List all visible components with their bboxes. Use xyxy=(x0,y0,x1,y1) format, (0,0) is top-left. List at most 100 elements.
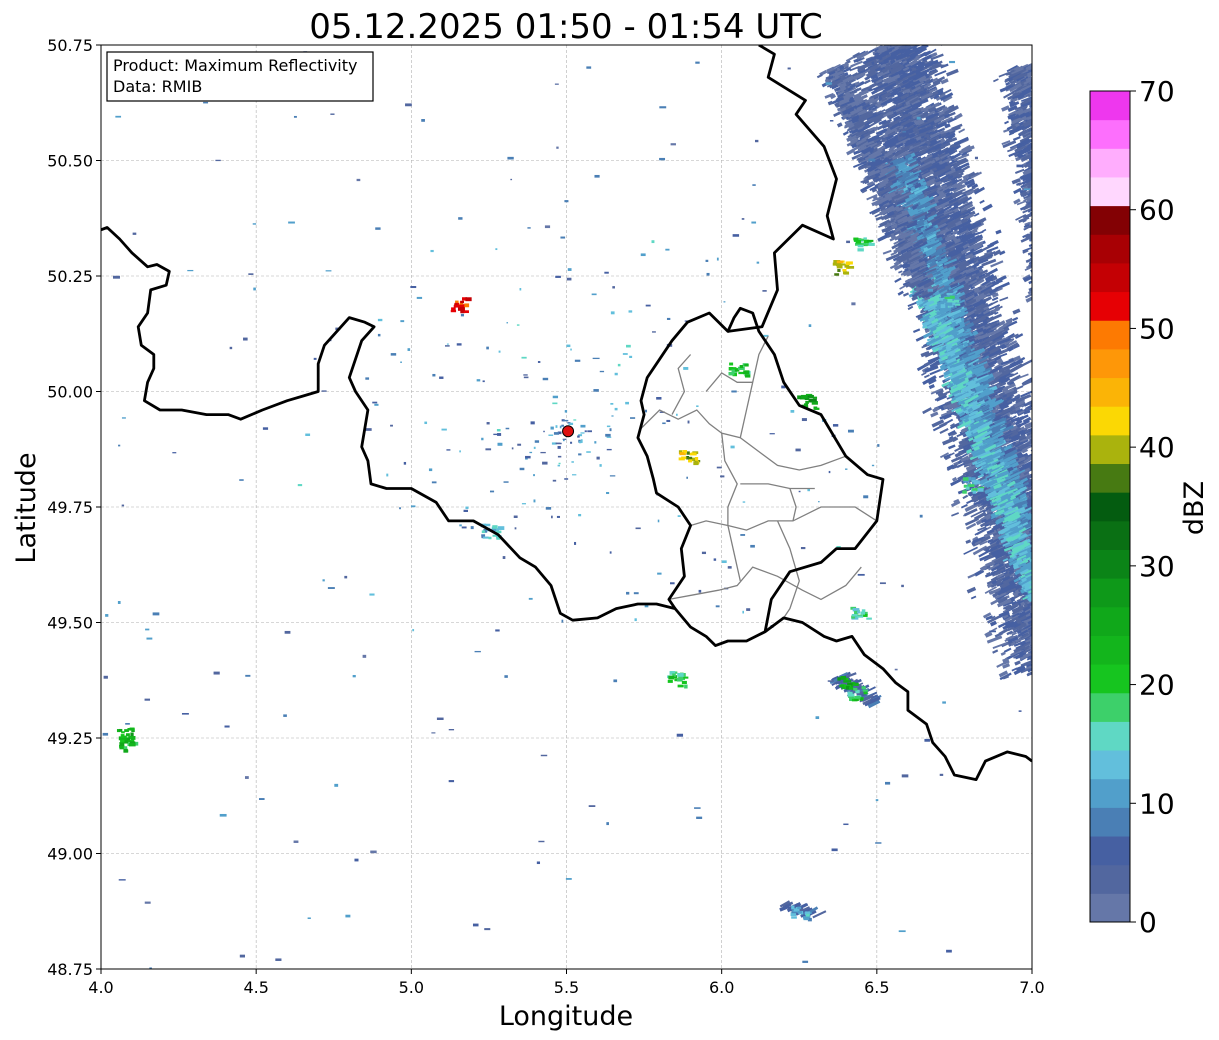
echo-pixel xyxy=(1052,534,1065,542)
echo-pixel xyxy=(1039,640,1044,645)
echo-pixel xyxy=(1042,505,1057,514)
echo-pixel xyxy=(1041,663,1048,667)
echo-pixel xyxy=(1035,533,1043,539)
map-plot-area[interactable]: 4.0 4.5 5.0 5.5 6.0 6.5 7.0 48.7549.0049.2549.… xyxy=(47,31,1107,997)
echo-pixel xyxy=(1033,650,1039,654)
echo-pixel xyxy=(1045,654,1055,660)
echo-pixel xyxy=(1030,544,1032,552)
echo-pixel xyxy=(1034,573,1042,579)
echo-pixel xyxy=(1036,639,1044,644)
echo-pixel xyxy=(1040,582,1055,590)
echo-pixel xyxy=(1042,581,1050,586)
echo-pixel xyxy=(1052,603,1067,613)
echo-pixel xyxy=(1067,577,1081,586)
echo-pixel xyxy=(1040,615,1048,620)
echo-pixel xyxy=(1042,621,1047,625)
echo-pixel xyxy=(1066,591,1074,596)
echo-pixel xyxy=(1048,619,1057,626)
echo-pixel xyxy=(1031,598,1032,607)
echo-pixel xyxy=(1059,609,1066,614)
echo-pixel xyxy=(1055,571,1062,576)
echo-pixel xyxy=(1061,579,1073,587)
echo-pixel xyxy=(1042,634,1048,639)
echo-pixel xyxy=(1036,619,1045,625)
echo-pixel xyxy=(1044,622,1052,628)
echo-pixel xyxy=(1053,550,1061,556)
echo-pixel xyxy=(1057,641,1068,648)
echo-pixel xyxy=(1045,556,1059,566)
echo-pixel xyxy=(1053,587,1061,593)
echo-pixel xyxy=(1052,620,1057,624)
echo-pixel xyxy=(1042,600,1057,608)
echo-pixel xyxy=(1063,627,1070,632)
echo-pixel xyxy=(1050,567,1057,573)
echo-pixel xyxy=(1040,605,1048,611)
echo-pixel xyxy=(1050,570,1060,577)
echo-pixel xyxy=(1031,563,1032,573)
echo-pixel xyxy=(1046,578,1059,586)
echo-pixel xyxy=(1060,654,1070,660)
echo-pixel xyxy=(1047,625,1052,628)
echo-pixel xyxy=(1050,542,1057,547)
echo-pixel xyxy=(1055,570,1062,575)
echo-pixel xyxy=(1035,525,1042,530)
echo-pixel xyxy=(1047,609,1052,613)
echo-pixel xyxy=(1038,538,1053,548)
echo-pixel xyxy=(1048,631,1054,635)
echo-pixel xyxy=(1040,493,1055,503)
echo-pixel xyxy=(1048,526,1058,533)
echo-pixel xyxy=(1034,509,1047,517)
echo-pixel xyxy=(914,37,924,43)
echo-pixel xyxy=(1059,568,1070,575)
echo-pixel xyxy=(1044,617,1053,623)
echo-pixel xyxy=(1042,591,1049,596)
echo-pixel xyxy=(1047,633,1061,642)
echo-pixel xyxy=(1043,634,1048,638)
echo-pixel xyxy=(900,39,909,45)
echo-pixel xyxy=(1066,639,1080,647)
echo-pixel xyxy=(1075,627,1089,636)
echo-pixel xyxy=(1048,602,1063,612)
echo-pixel xyxy=(1041,443,1053,450)
echo-pixel xyxy=(1048,639,1058,645)
echo-pixel xyxy=(1050,530,1060,537)
echo-pixel xyxy=(1062,608,1076,617)
echo-pixel xyxy=(1037,612,1051,619)
echo-pixel xyxy=(912,35,924,43)
echo-pixel xyxy=(1050,575,1062,582)
echo-pixel xyxy=(1054,658,1061,664)
echo-pixel xyxy=(1047,601,1057,608)
echo-pixel xyxy=(1067,642,1077,648)
echo-pixel xyxy=(1043,588,1052,594)
echo-pixel xyxy=(1068,653,1080,662)
echo-pixel xyxy=(921,36,935,44)
echo-pixel xyxy=(1033,565,1040,571)
echo-pixel xyxy=(1057,660,1068,667)
echo-pixel xyxy=(1062,635,1075,643)
echo-pixel xyxy=(1039,479,1050,487)
echo-pixel xyxy=(1043,660,1051,666)
echo-pixel xyxy=(1033,557,1047,566)
echo-pixel xyxy=(943,45,957,46)
echo-pixel xyxy=(1066,631,1081,640)
echo-pixel xyxy=(1053,660,1067,669)
echo-pixel xyxy=(1040,661,1049,668)
echo-pixel xyxy=(1041,525,1051,531)
echo-pixel xyxy=(1051,626,1062,633)
echo-pixel xyxy=(1046,625,1060,634)
echo-pixel xyxy=(1067,587,1080,594)
echo-pixel xyxy=(1045,605,1050,610)
echo-pixel xyxy=(1038,647,1054,655)
echo-pixel xyxy=(1044,572,1051,576)
echo-pixel xyxy=(1038,575,1053,583)
echo-pixel xyxy=(1030,625,1032,635)
echo-pixel xyxy=(1047,580,1059,587)
echo-pixel xyxy=(1058,640,1068,647)
echo-pixel xyxy=(1055,649,1063,654)
echo-pixel xyxy=(1034,640,1042,645)
echo-pixel xyxy=(1041,579,1047,584)
echo-pixel xyxy=(1046,627,1056,633)
echo-pixel xyxy=(1061,516,1072,523)
echo-pixel xyxy=(1063,618,1078,627)
echo-pixel xyxy=(1035,640,1042,646)
